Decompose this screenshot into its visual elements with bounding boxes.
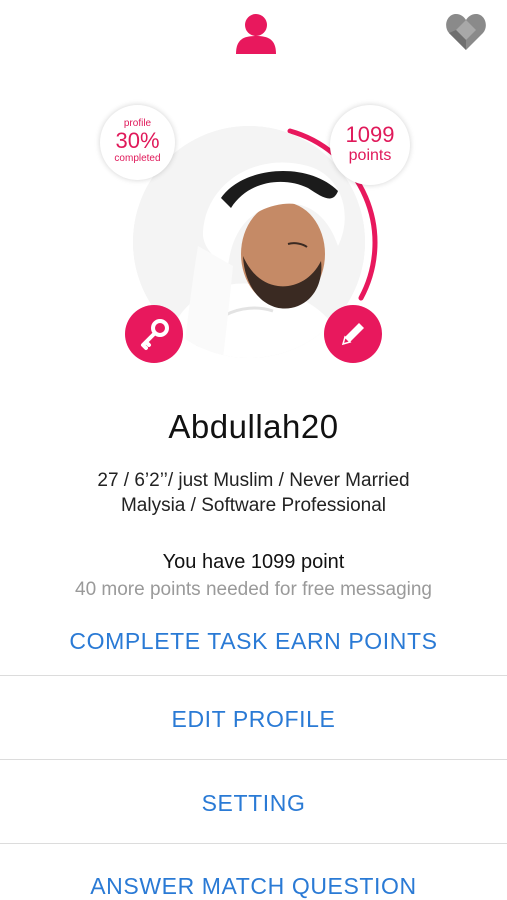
divider bbox=[0, 843, 507, 844]
profile-avatar-area: profile 30% completed 1099 points bbox=[100, 100, 410, 375]
points-label: points bbox=[348, 147, 392, 164]
username: Abdullah20 bbox=[168, 408, 339, 445]
edit-profile-button[interactable] bbox=[324, 305, 382, 363]
points-statement: You have 1099 point bbox=[162, 551, 345, 573]
key-icon bbox=[141, 319, 169, 350]
points-value: 1099 bbox=[345, 122, 395, 147]
complete-tasks-link[interactable]: COMPLETE TASK EARN POINTS bbox=[0, 628, 507, 655]
pencil-icon bbox=[341, 323, 364, 346]
key-button[interactable] bbox=[125, 305, 183, 363]
profile-completion-badge: profile 30% completed bbox=[100, 105, 175, 180]
answer-match-question-link[interactable]: ANSWER MATCH QUESTION bbox=[0, 873, 507, 900]
divider bbox=[0, 759, 507, 760]
points-badge: 1099 points bbox=[330, 105, 410, 185]
user-icon[interactable] bbox=[234, 12, 278, 54]
profile-details-line-2: Malysia / Software Professional bbox=[120, 495, 387, 516]
completion-value: 30% bbox=[115, 128, 160, 153]
points-needed-note: 40 more points needed for free messaging bbox=[75, 579, 432, 600]
setting-link[interactable]: SETTING bbox=[0, 790, 507, 817]
edit-profile-link[interactable]: EDIT PROFILE bbox=[0, 706, 507, 733]
profile-details-line-1: 27 / 6’2’’/ just Muslim / Never Married bbox=[97, 470, 410, 491]
heart-icon[interactable] bbox=[445, 12, 487, 52]
completion-suffix: completed bbox=[114, 153, 161, 164]
divider bbox=[0, 675, 507, 676]
